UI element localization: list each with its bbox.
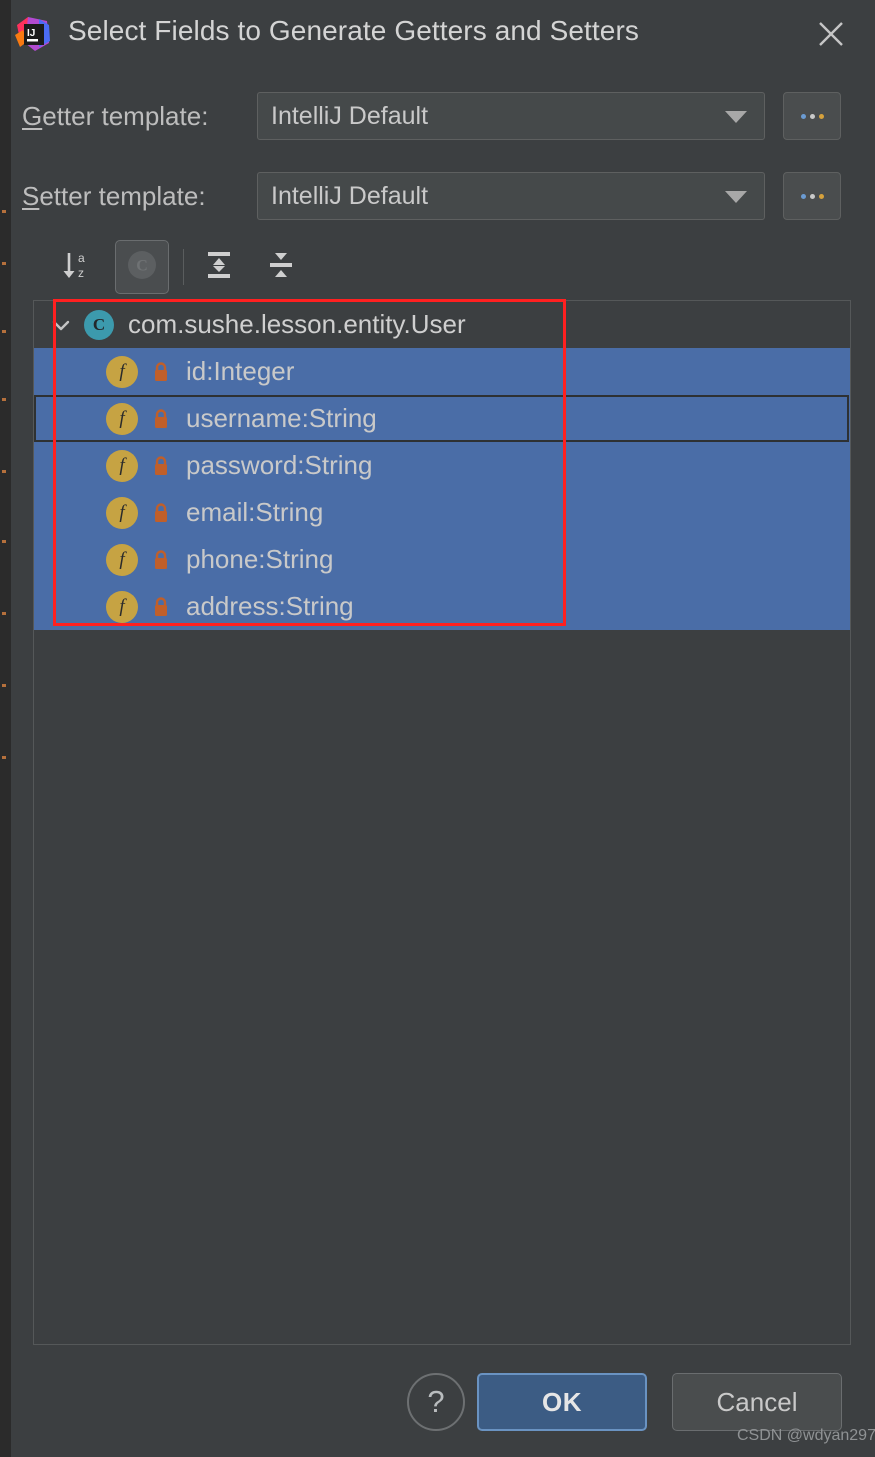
tree-node-field[interactable]: f email:String	[34, 489, 850, 536]
class-node-label: com.sushe.lesson.entity.User	[128, 309, 466, 339]
watermark: CSDN @wdyan297	[737, 1427, 875, 1444]
field-icon: f	[106, 543, 138, 576]
group-by-class-button[interactable]: C	[115, 240, 169, 294]
tree-node-class[interactable]: C com.sushe.lesson.entity.User	[34, 301, 850, 348]
field-node-label: password:String	[186, 450, 373, 480]
chevron-down-icon[interactable]	[50, 314, 72, 336]
setter-template-value: IntelliJ Default	[271, 182, 429, 210]
lock-private-icon	[152, 549, 170, 571]
ok-button[interactable]: OK	[477, 1373, 647, 1431]
chevron-down-icon	[725, 191, 747, 203]
tree-node-field[interactable]: f username:String	[34, 395, 850, 442]
dot-icon	[809, 113, 815, 119]
getter-template-value: IntelliJ Default	[271, 102, 429, 130]
lock-private-icon	[152, 596, 170, 618]
fields-tree-panel[interactable]: C com.sushe.lesson.entity.User f id:Inte…	[33, 300, 851, 1345]
collapse-all-button[interactable]	[254, 240, 308, 294]
toolbar-separator	[183, 249, 184, 285]
svg-text:z: z	[78, 266, 84, 280]
field-icon: f	[106, 355, 138, 388]
dot-icon	[800, 193, 806, 199]
cancel-button[interactable]: Cancel	[672, 1373, 842, 1431]
svg-text:a: a	[78, 251, 85, 265]
field-icon: f	[106, 449, 138, 482]
lock-private-icon	[152, 361, 170, 383]
field-icon: f	[106, 590, 138, 623]
field-node-label: id:Integer	[186, 356, 295, 386]
field-icon: f	[106, 496, 138, 529]
svg-text:C: C	[136, 257, 148, 274]
close-icon[interactable]	[810, 13, 852, 55]
intellij-idea-logo-icon: IJ	[11, 13, 55, 57]
dot-icon	[818, 193, 824, 199]
tree-node-field[interactable]: f address:String	[34, 583, 850, 630]
setter-template-browse-button[interactable]	[783, 172, 841, 220]
field-node-label: username:String	[186, 403, 377, 433]
tree-toolbar: a z C	[33, 240, 333, 294]
lock-private-icon	[152, 455, 170, 477]
field-node-label: email:String	[186, 497, 324, 527]
dialog-title: Select Fields to Generate Getters and Se…	[68, 15, 640, 46]
chevron-down-icon	[725, 111, 747, 123]
field-icon: f	[106, 402, 138, 435]
expand-all-icon	[201, 247, 237, 288]
lock-private-icon	[152, 502, 170, 524]
generate-getters-setters-dialog: IJ Select Fields to Generate Getters and…	[11, 0, 875, 1457]
class-icon: C	[84, 309, 114, 340]
setter-template-row: Setter template: IntelliJ Default	[11, 172, 875, 220]
tree-node-field[interactable]: f password:String	[34, 442, 850, 489]
sort-alphabetically-button[interactable]: a z	[50, 240, 104, 294]
field-node-label: phone:String	[186, 544, 334, 574]
dot-icon	[800, 113, 806, 119]
getter-template-combobox[interactable]: IntelliJ Default	[257, 92, 765, 140]
tree-node-field[interactable]: f phone:String	[34, 536, 850, 583]
sort-az-icon: a z	[59, 247, 95, 288]
editor-gutter-strip	[0, 0, 11, 1457]
setter-template-label: Setter template:	[22, 181, 206, 211]
field-node-label: address:String	[186, 591, 354, 621]
svg-text:IJ: IJ	[27, 28, 35, 39]
tree-node-field[interactable]: f id:Integer	[34, 348, 850, 395]
dot-icon	[809, 193, 815, 199]
getter-template-row: Getter template: IntelliJ Default	[11, 92, 875, 140]
getter-template-browse-button[interactable]	[783, 92, 841, 140]
class-circle-icon: C	[125, 248, 159, 287]
setter-template-combobox[interactable]: IntelliJ Default	[257, 172, 765, 220]
lock-private-icon	[152, 408, 170, 430]
getter-template-label: Getter template:	[22, 101, 209, 131]
expand-all-button[interactable]	[192, 240, 246, 294]
dialog-titlebar: IJ Select Fields to Generate Getters and…	[11, 0, 875, 68]
dot-icon	[818, 113, 824, 119]
fields-tree: C com.sushe.lesson.entity.User f id:Inte…	[34, 301, 850, 630]
help-button[interactable]: ?	[407, 1373, 465, 1431]
collapse-all-icon	[263, 247, 299, 288]
